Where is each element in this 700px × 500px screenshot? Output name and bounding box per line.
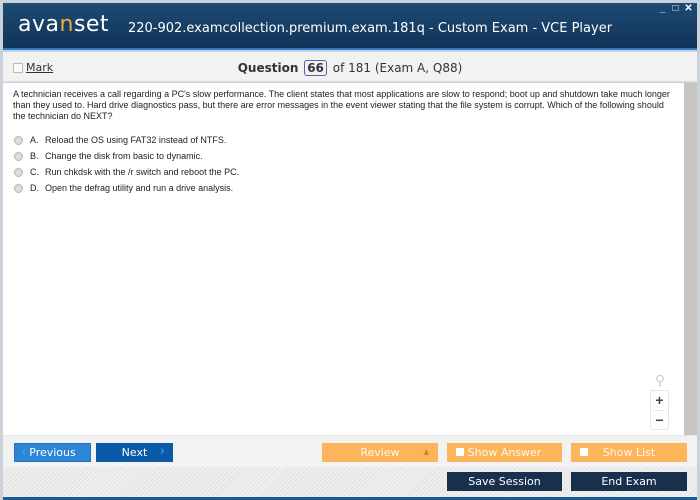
end-exam-button[interactable]: End Exam <box>571 472 687 491</box>
option-text: Run chkdsk with the /r switch and reboot… <box>45 167 240 177</box>
option-b[interactable]: B. Change the disk from basic to dynamic… <box>14 148 239 164</box>
close-icon[interactable]: ✕ <box>684 3 693 14</box>
show-list-label: Show List <box>602 446 656 459</box>
show-list-checkbox[interactable] <box>580 448 588 456</box>
show-list-button[interactable]: Show List <box>571 443 687 462</box>
question-text: A technician receives a call regarding a… <box>13 89 670 121</box>
chevron-left-icon: ‹ <box>21 445 27 460</box>
question-header: Mark Question 66 of 181 (Exam A, Q88) <box>3 52 697 82</box>
zoom-out-button[interactable]: − <box>651 411 668 430</box>
zoom-control: + − <box>650 390 669 430</box>
question-total: of 181 (Exam A, Q88) <box>332 61 463 75</box>
question-content: A technician receives a call regarding a… <box>3 83 684 435</box>
question-counter: Question 66 of 181 (Exam A, Q88) <box>3 60 697 76</box>
question-number-input[interactable]: 66 <box>304 60 327 76</box>
show-answer-checkbox[interactable] <box>456 448 464 456</box>
show-answer-button[interactable]: Show Answer <box>447 443 562 462</box>
answer-options: A. Reload the OS using FAT32 instead of … <box>14 132 239 196</box>
option-text: Open the defrag utility and run a drive … <box>45 183 234 193</box>
option-text: Reload the OS using FAT32 instead of NTF… <box>45 135 227 145</box>
maximize-icon[interactable]: □ <box>671 3 680 14</box>
save-session-button[interactable]: Save Session <box>447 472 562 491</box>
magnifier-icon: ⚲ <box>654 372 666 388</box>
vertical-scrollbar[interactable] <box>684 83 697 435</box>
navigation-bar: ‹ Previous Next › Review ▲ Show Answer S… <box>3 435 697 467</box>
zoom-tools: ⚲ + − <box>650 372 670 430</box>
zoom-in-button[interactable]: + <box>651 391 668 410</box>
option-c[interactable]: C. Run chkdsk with the /r switch and reb… <box>14 164 239 180</box>
window-controls: _ □ ✕ <box>658 3 693 14</box>
option-letter: C. <box>30 167 39 177</box>
title-bar: avanset 220-902.examcollection.premium.e… <box>3 3 697 50</box>
show-answer-label: Show Answer <box>467 446 542 459</box>
option-letter: A. <box>30 135 39 145</box>
review-button[interactable]: Review ▲ <box>322 443 438 462</box>
previous-button[interactable]: ‹ Previous <box>14 443 91 462</box>
option-d[interactable]: D. Open the defrag utility and run a dri… <box>14 180 239 196</box>
option-letter: D. <box>30 183 39 193</box>
radio-button[interactable] <box>14 167 23 177</box>
bottom-bar: Save Session End Exam <box>3 467 697 497</box>
review-label: Review <box>360 446 400 459</box>
option-text: Change the disk from basic to dynamic. <box>45 151 203 161</box>
question-word: Question <box>237 61 299 75</box>
vce-player-window: avanset 220-902.examcollection.premium.e… <box>0 0 700 500</box>
next-label: Next <box>121 446 148 459</box>
next-button[interactable]: Next › <box>96 443 173 462</box>
radio-button[interactable] <box>14 151 23 161</box>
radio-button[interactable] <box>14 183 23 193</box>
minimize-icon[interactable]: _ <box>658 3 667 14</box>
previous-label: Previous <box>29 446 76 459</box>
radio-button[interactable] <box>14 135 23 145</box>
chevron-right-icon: › <box>159 444 165 459</box>
window-title: 220-902.examcollection.premium.exam.181q… <box>127 21 613 36</box>
triangle-up-icon: ▲ <box>423 448 429 456</box>
option-letter: B. <box>30 151 39 161</box>
option-a[interactable]: A. Reload the OS using FAT32 instead of … <box>14 132 239 148</box>
